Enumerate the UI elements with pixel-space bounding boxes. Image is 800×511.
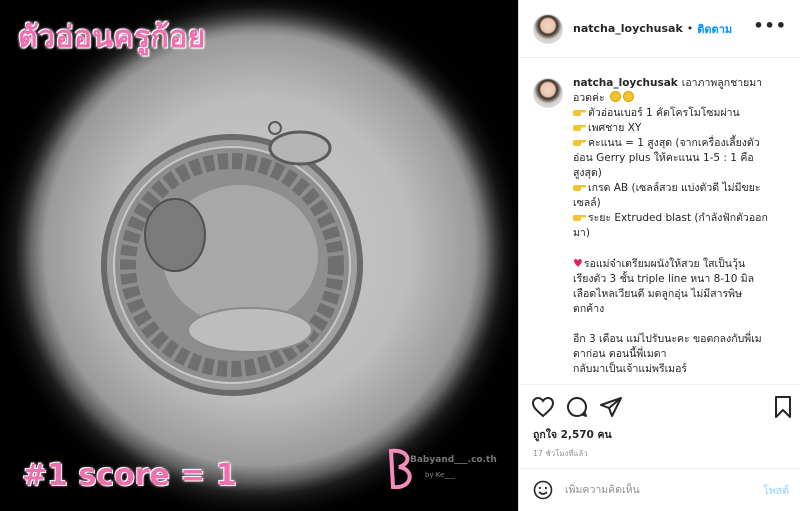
caption-text: natcha_loychusak เอาภาพลูกชายมา อวดค่ะ ตั… — [573, 76, 788, 377]
pointing-hand-icon — [573, 125, 586, 131]
caption-area: natcha_loychusak เอาภาพลูกชายมา อวดค่ะ ตั… — [519, 58, 800, 384]
caption-gap — [573, 241, 788, 256]
watermark-subtext: by Ke___ — [425, 471, 455, 479]
comment-icon[interactable] — [565, 395, 589, 419]
pointing-hand-icon — [573, 140, 586, 146]
caption-line-16: ตกค้าง — [573, 303, 605, 315]
caption-row: natcha_loychusak เอาภาพลูกชายมา อวดค่ะ ตั… — [533, 76, 789, 377]
caption-line-11: มา) — [573, 227, 590, 239]
caption-text-line: เอาภาพลูกชายมา — [681, 77, 763, 89]
caption-line-3: ตัวอ่อนเบอร์ 1 คัดโครโมโซมผ่าน — [573, 106, 788, 121]
post-comment-button[interactable]: โพสต์ — [763, 482, 789, 499]
pointing-hand-icon — [573, 185, 586, 191]
watermark-b-icon — [388, 448, 412, 490]
caption-gap — [573, 317, 788, 332]
caption-avatar[interactable] — [533, 78, 563, 108]
header-username[interactable]: natcha_loychusak — [573, 22, 683, 35]
caption-text-line: ตัวอ่อนเบอร์ 1 คัดโครโมโซมผ่าน — [588, 107, 740, 119]
caption-text-line: คะแนน = 1 สูงสุด (จากเครื่องเลี้ยงตัว — [588, 137, 760, 149]
post-side-panel: natcha_loychusak • ติดตาม ••• natcha_loy… — [518, 0, 800, 511]
caption-username[interactable]: natcha_loychusak — [573, 77, 678, 89]
emoji-picker-icon[interactable] — [533, 480, 553, 500]
grin-emoji-icon — [623, 91, 635, 102]
caption-line-13: ♥รอแม่จ๋าเตรียมผนังให้สวย ใสเป็นวุ้น — [573, 256, 788, 272]
post-header: natcha_loychusak • ติดตาม ••• — [519, 0, 800, 58]
share-icon[interactable] — [599, 395, 623, 419]
follow-button[interactable]: ติดตาม — [697, 20, 732, 38]
image-overlay-score: #1 score = 1 — [22, 458, 237, 493]
save-bookmark-icon[interactable] — [771, 395, 795, 419]
caption-line-7: สูงสุด) — [573, 167, 602, 179]
more-options-icon[interactable]: ••• — [753, 16, 787, 35]
caption-text-line: ระยะ Extruded blast (กำลังฟักตัวออก — [588, 212, 768, 224]
image-overlay-title: ตัวอ่อนครูก้อย — [18, 20, 206, 55]
like-heart-icon[interactable] — [531, 395, 555, 419]
watermark-text: Babyand___.co.th — [410, 455, 497, 465]
post-timestamp[interactable]: 17 ชั่วโมงที่แล้ว — [533, 448, 588, 460]
caption-text-line: รอแม่จ๋าเตรียมผนังให้สวย ใสเป็นวุ้น — [583, 258, 746, 270]
smile-emoji-icon — [610, 91, 622, 102]
caption-line-6: อ่อน Gerry plus ให้คะแนน 1-5 : 1 คือ — [573, 152, 754, 164]
avatar[interactable] — [533, 13, 563, 44]
caption-line-9: เซลล์) — [573, 197, 601, 209]
watermark-logo: Babyand___.co.th by Ke___ — [385, 445, 510, 495]
caption-text-line: อวดค่ะ — [573, 92, 605, 104]
caption-line-5: คะแนน = 1 สูงสุด (จากเครื่องเลี้ยงตัว — [573, 136, 788, 151]
caption-text-line: เกรด AB (เซลล์สวย แบ่งตัวดี ไม่มีขยะ — [588, 182, 761, 194]
caption-line-2: อวดค่ะ — [573, 91, 788, 106]
comment-bar: โพสต์ — [519, 468, 800, 511]
caption-line-1: natcha_loychusak เอาภาพลูกชายมา — [573, 76, 788, 91]
caption-line-14: เรียงตัว 3 ชั้น triple line หนา 8-10 มิล — [573, 273, 755, 285]
header-separator: • — [686, 22, 694, 35]
heart-emoji-icon: ♥ — [573, 257, 583, 270]
likes-count[interactable]: ถูกใจ 2,570 คน — [533, 426, 612, 443]
caption-line-15: เลือดไหลเวียนดี มดลูกอุ่น ไม่มีสารพิษ — [573, 288, 743, 300]
pointing-hand-icon — [573, 110, 586, 116]
comment-input[interactable] — [565, 481, 745, 499]
actions-bar — [519, 384, 800, 428]
caption-line-8: เกรด AB (เซลล์สวย แบ่งตัวดี ไม่มีขยะ — [573, 181, 788, 196]
caption-line-19: ดาก่อน ตอนนี้พี่เมดา — [573, 348, 667, 360]
caption-line-4: เพศชาย XY — [573, 121, 788, 136]
image-vignette — [0, 0, 518, 511]
pointing-hand-icon — [573, 215, 586, 221]
caption-line-18: อีก 3 เดือน แม่ไปรับนะคะ ขอตกลงกับพี่เม — [573, 333, 762, 345]
caption-text-line: เพศชาย XY — [588, 122, 642, 134]
post-image[interactable]: ตัวอ่อนครูก้อย #1 score = 1 Babyand___.c… — [0, 0, 518, 511]
caption-line-20: กลับมาเป็นเจ้าแม่พรีเมอร์ — [573, 363, 688, 375]
caption-line-10: ระยะ Extruded blast (กำลังฟักตัวออก — [573, 211, 788, 226]
